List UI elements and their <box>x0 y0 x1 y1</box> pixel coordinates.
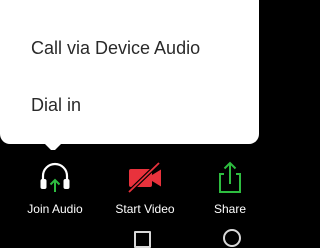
system-nav-bar <box>0 222 259 248</box>
share-icon <box>219 161 241 193</box>
share-label: Share <box>213 202 247 216</box>
join-audio-label: Join Audio <box>27 202 83 216</box>
start-video-label: Start Video <box>115 202 175 216</box>
home-circle-icon[interactable] <box>223 229 241 247</box>
start-video-button[interactable]: Start Video <box>105 150 185 220</box>
recents-square-icon[interactable] <box>134 231 151 248</box>
join-audio-button[interactable]: Join Audio <box>15 150 95 220</box>
call-via-device-audio-option[interactable]: Call via Device Audio <box>31 38 200 59</box>
dial-in-option[interactable]: Dial in <box>31 95 81 116</box>
headphones-icon <box>40 162 70 192</box>
meeting-toolbar: Join Audio Start Video Share <box>0 150 259 220</box>
video-off-icon <box>127 161 161 194</box>
share-button[interactable]: Share <box>190 150 270 220</box>
audio-options-popup: Call via Device Audio Dial in <box>0 0 259 144</box>
